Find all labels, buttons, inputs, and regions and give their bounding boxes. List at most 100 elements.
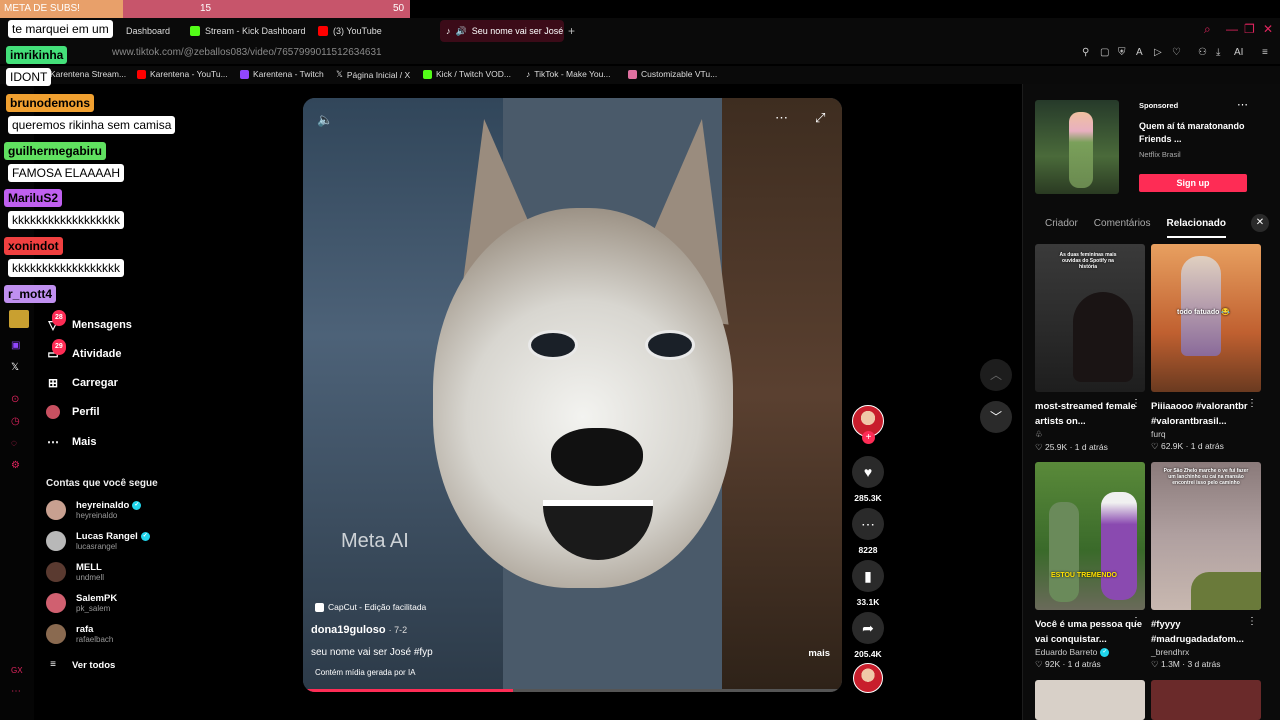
twitch-icon[interactable]: ▣ <box>11 340 20 351</box>
music-disc-avatar[interactable] <box>853 663 883 693</box>
clock-icon[interactable]: ◷ <box>11 416 20 427</box>
ad-thumbnail[interactable] <box>1035 100 1119 194</box>
follow-button[interactable]: + <box>862 431 875 444</box>
video-progress-fill <box>303 689 514 692</box>
nav-more[interactable]: ⋯ Mais <box>46 435 96 449</box>
related-thumbnail[interactable] <box>1151 680 1261 720</box>
chat-message: kkkkkkkkkkkkkkkkkk <box>8 211 124 229</box>
comment-icon[interactable]: ⋯ <box>852 508 884 540</box>
nav-profile[interactable]: Perfil <box>46 405 100 419</box>
share-action[interactable]: ➦ 205.4K <box>852 612 884 659</box>
following-item[interactable]: SalemPK pk_salem <box>46 593 117 613</box>
related-title: #fyyyy #madrugadadafom... <box>1151 619 1244 645</box>
ai-icon[interactable]: AI <box>1234 47 1243 58</box>
tab-related[interactable]: Relacionado <box>1166 218 1226 238</box>
card-more-icon[interactable]: ⋮ <box>1247 616 1257 627</box>
related-author: _brendhrx <box>1151 647 1190 657</box>
bookmark-tiktok[interactable]: ♪ TikTok - Make You... <box>526 69 610 79</box>
download-icon[interactable]: ⤓ <box>1216 47 1220 58</box>
tab-kick-dashboard[interactable]: Stream - Kick Dashboard <box>184 20 312 42</box>
card-more-icon[interactable]: ⋮ <box>1247 398 1257 409</box>
related-thumbnail[interactable] <box>1035 680 1145 720</box>
following-item[interactable]: MELL undmell <box>46 562 104 582</box>
menu-icon[interactable]: ≡ <box>1262 47 1268 58</box>
bookmark-x-home[interactable]: 𝕏 Página Inicial / X <box>336 69 410 80</box>
previous-video-button[interactable]: ︿ <box>980 359 1012 391</box>
following-item[interactable]: Lucas Rangel ✓ lucasrangel <box>46 531 150 551</box>
rail-app-icon[interactable] <box>9 310 29 328</box>
more-options-icon[interactable]: ⋯ <box>775 110 788 126</box>
nav-messages[interactable]: ▽ 28 Mensagens <box>46 310 132 332</box>
see-all-link[interactable]: ≡ Ver todos <box>46 658 115 672</box>
close-icon[interactable]: ✕ <box>1251 214 1269 232</box>
related-thumbnail[interactable]: todo fatuado 😂 <box>1151 244 1261 392</box>
tab-tiktok-active[interactable]: ♪ 🔊 Seu nome vai ser José <box>440 20 564 42</box>
gx-icon[interactable]: GX <box>11 666 23 675</box>
capcut-label[interactable]: CapCut - Edição facilitada <box>315 602 426 612</box>
related-title: Você é uma pessoa que vai conquistar... <box>1035 619 1143 645</box>
card-more-icon[interactable]: ⋮ <box>1131 398 1141 409</box>
close-window-icon[interactable]: ✕ <box>1263 22 1273 36</box>
fullscreen-icon[interactable]: ⤢ <box>815 110 825 126</box>
ad-title[interactable]: Quem aí tá maratonando Friends ... <box>1139 120 1251 146</box>
following-item[interactable]: rafa rafaelbach <box>46 624 113 644</box>
chat-message: kkkkkkkkkkkkkkkkkk <box>8 259 124 277</box>
account-icon[interactable]: ⚇ <box>1198 47 1207 58</box>
tab-comments[interactable]: Comentários <box>1094 218 1151 238</box>
shield-icon[interactable]: ⛨ <box>1118 47 1126 58</box>
pin-icon[interactable]: ⚲ <box>1082 47 1089 58</box>
related-thumbnail[interactable]: As duas femininas mais ouvidas do Spotif… <box>1035 244 1145 392</box>
more-link[interactable]: mais <box>808 648 830 659</box>
translate-icon[interactable]: A <box>1136 47 1143 58</box>
chat-username: r_mott4 <box>4 285 57 303</box>
new-tab-button[interactable]: + <box>568 24 575 38</box>
bookmark-karentena-stream[interactable]: Karentena Stream... <box>50 69 126 79</box>
related-video-card[interactable] <box>1035 680 1145 720</box>
related-video-card[interactable]: Por São Zhelo marche o ve fui fazer um l… <box>1151 462 1261 670</box>
video-author[interactable]: dona19guloso · 7-2 <box>311 624 407 636</box>
share-icon[interactable]: ➦ <box>852 612 884 644</box>
related-video-card[interactable]: ESTOU TREMENDO ⋮ Você é uma pessoa que v… <box>1035 462 1145 670</box>
related-thumbnail[interactable]: ESTOU TREMENDO <box>1035 462 1145 610</box>
heart-icon[interactable]: ♥ <box>852 456 884 488</box>
related-video-card[interactable] <box>1151 680 1261 720</box>
nav-upload[interactable]: ⊞ Carregar <box>46 376 118 390</box>
tab-youtube[interactable]: (3) YouTube <box>312 20 388 42</box>
tab-dashboard[interactable]: Dashboard <box>120 20 176 42</box>
minimize-icon[interactable]: — <box>1226 22 1238 36</box>
card-more-icon[interactable]: ⋮ <box>1131 616 1141 627</box>
related-video-card[interactable]: As duas femininas mais ouvidas do Spotif… <box>1035 244 1145 453</box>
ad-more-icon[interactable]: ⋯ <box>1237 98 1248 111</box>
bookmark-kick-twitch-vod[interactable]: Kick / Twitch VOD... <box>423 69 511 79</box>
comment-action[interactable]: ⋯ 8228 <box>852 508 884 555</box>
tab-creator[interactable]: Criador <box>1045 218 1078 238</box>
search-icon[interactable]: ⌕ <box>1204 22 1211 37</box>
like-action[interactable]: ♥ 285.3K <box>852 456 884 503</box>
save-action[interactable]: ▮ 33.1K <box>852 560 884 607</box>
bookmark-vtuber[interactable]: Customizable VTu... <box>628 69 717 79</box>
dog-nose <box>551 428 643 486</box>
settings-icon[interactable]: ⚙ <box>11 460 20 471</box>
play-icon[interactable]: ⊙ <box>11 394 19 405</box>
related-video-card[interactable]: todo fatuado 😂 ⋮ Piiiaaooo #valorantbr #… <box>1151 244 1261 452</box>
bookmark-icon[interactable]: ▮ <box>852 560 884 592</box>
video-progress[interactable] <box>303 689 842 692</box>
url-text[interactable]: www.tiktok.com/@zeballos083/video/765799… <box>112 47 382 58</box>
x-icon[interactable]: 𝕏 <box>11 362 19 373</box>
reader-icon[interactable]: ▷ <box>1154 47 1162 58</box>
following-item[interactable]: heyreinaldo ✓ heyreinaldo <box>46 500 142 520</box>
signup-button[interactable]: Sign up <box>1139 174 1247 192</box>
nav-activity[interactable]: ▭ 29 Atividade <box>46 339 122 361</box>
heart-icon[interactable]: ♡ <box>1172 47 1181 58</box>
bookmark-karentena-twitch[interactable]: Karentena - Twitch <box>240 69 324 79</box>
video-player[interactable]: Meta AI 🔈 ⋯ ⤢ CapCut - Edição facilitada… <box>303 98 842 692</box>
address-bar[interactable]: www.tiktok.com/@zeballos083/video/765799… <box>0 44 1280 64</box>
bookmark-karentena-youtube[interactable]: Karentena - YouTu... <box>137 69 228 79</box>
more-icon[interactable]: ⋯ <box>11 686 21 697</box>
related-thumbnail[interactable]: Por São Zhelo marche o ve fui fazer um l… <box>1151 462 1261 610</box>
next-video-button[interactable]: ﹀ <box>980 401 1012 433</box>
chat-icon[interactable]: ◌ <box>11 438 17 449</box>
screenshot-icon[interactable]: ▢ <box>1100 47 1109 58</box>
volume-icon[interactable]: 🔈 <box>317 112 333 128</box>
restore-icon[interactable]: ❐ <box>1244 22 1255 36</box>
